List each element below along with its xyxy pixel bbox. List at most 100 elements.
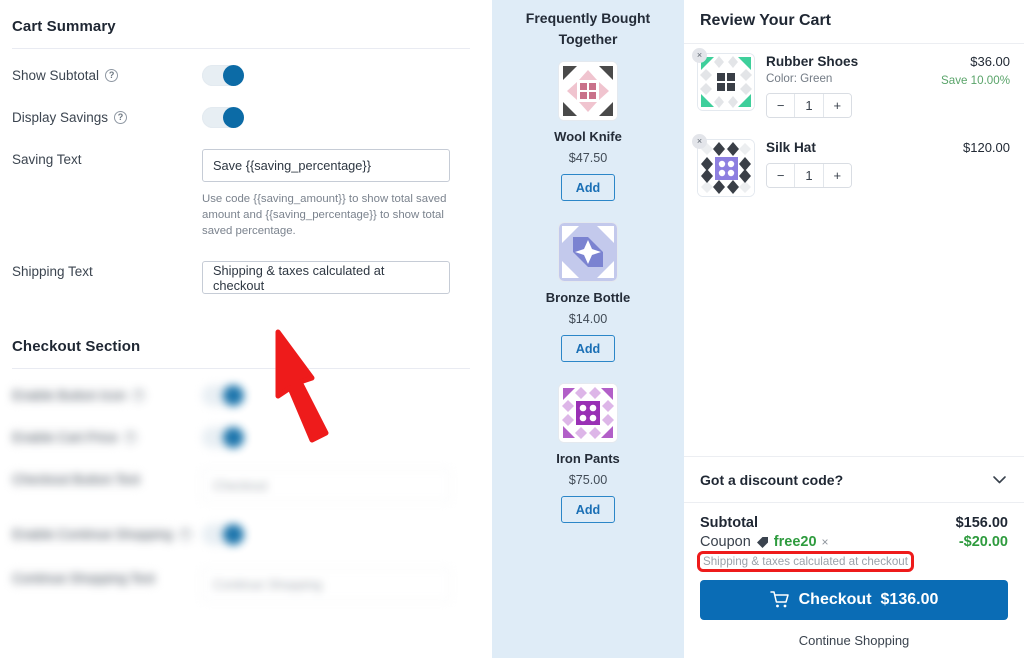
- fbt-product-name: Iron Pants: [556, 451, 620, 466]
- saving-text-label-text: Saving Text: [12, 152, 82, 167]
- product-thumbnail-wool-knife[interactable]: [559, 62, 617, 120]
- saving-text-control: Save {{saving_percentage}} Use code {{sa…: [202, 149, 470, 239]
- field-shipping-text: Shipping Text Shipping & taxes calculate…: [12, 239, 470, 294]
- help-icon[interactable]: ?: [105, 69, 119, 82]
- toggle-knob: [223, 107, 244, 128]
- add-to-cart-button[interactable]: Add: [561, 174, 615, 201]
- shipping-text-label-text: Shipping Text: [12, 264, 93, 279]
- fbt-product-card: Wool Knife $47.50 Add: [506, 62, 670, 201]
- continue-shopping-link[interactable]: Continue Shopping: [684, 633, 1024, 658]
- checkout-button-text-control: Checkout: [202, 469, 470, 502]
- discount-code-toggle[interactable]: Got a discount code?: [684, 456, 1024, 503]
- help-icon[interactable]: ?: [132, 389, 146, 402]
- fbt-product-price: $75.00: [568, 473, 608, 487]
- saving-text-hint: Use code {{saving_amount}} to show total…: [202, 193, 447, 237]
- enable-continue-shopping-toggle[interactable]: [202, 524, 244, 545]
- quantity-value[interactable]: 1: [794, 164, 824, 187]
- show-subtotal-control: [202, 65, 470, 91]
- help-icon[interactable]: ?: [114, 111, 128, 124]
- shipping-note-wrapper: Shipping & taxes calculated at checkout: [697, 550, 1008, 572]
- fbt-title: Frequently Bought Together: [525, 10, 651, 47]
- thumbnail-pattern: [698, 140, 754, 196]
- help-icon[interactable]: ?: [178, 528, 192, 541]
- saving-text-label: Saving Text: [12, 149, 202, 167]
- thumbnail-pattern: [698, 54, 754, 110]
- remove-item-icon[interactable]: ×: [692, 48, 707, 63]
- fbt-product-name: Wool Knife: [554, 129, 622, 144]
- decrease-quantity-button[interactable]: −: [767, 164, 795, 187]
- help-icon[interactable]: ?: [123, 431, 137, 444]
- show-subtotal-toggle[interactable]: [202, 65, 244, 86]
- cart-settings-preview-screen: Cart Summary Show Subtotal ? Display Sav…: [0, 0, 1024, 658]
- checkout-button[interactable]: Checkout $136.00: [700, 580, 1008, 620]
- checkout-section-heading: Checkout Section: [12, 338, 141, 355]
- checkout-button-text-input[interactable]: Checkout: [202, 469, 450, 502]
- cart-panel: Review Your Cart × Rubber Shoes Color: G…: [684, 0, 1024, 658]
- cart-item-name: Rubber Shoes: [766, 54, 859, 69]
- product-thumbnail-iron-pants[interactable]: [559, 384, 617, 442]
- coupon-label: Coupon: [700, 534, 751, 550]
- cart-item-thumbnail-rubber-shoes[interactable]: ×: [692, 48, 754, 110]
- fbt-product-name: Bronze Bottle: [545, 290, 631, 305]
- toggle-knob: [223, 524, 244, 545]
- enable-continue-shopping-label: Enable Continue Shopping ?: [12, 524, 202, 542]
- add-to-cart-button[interactable]: Add: [561, 496, 615, 523]
- display-savings-control: [202, 107, 470, 133]
- fbt-product-card: Bronze Bottle $14.00 Add: [506, 223, 670, 362]
- field-enable-button-icon: Enable Button Icon ?: [12, 369, 470, 411]
- field-checkout-button-text: Checkout Button Text Checkout: [12, 453, 470, 502]
- cart-icon: [769, 591, 789, 608]
- coupon-code: free20: [773, 534, 817, 550]
- enable-button-icon-label: Enable Button Icon ?: [12, 385, 202, 403]
- show-subtotal-label-text: Show Subtotal: [12, 68, 100, 83]
- field-display-savings: Display Savings ?: [12, 91, 470, 133]
- increase-quantity-button[interactable]: +: [823, 164, 851, 187]
- checkout-section-rows: Enable Button Icon ? Enable Cart Price ?: [12, 369, 470, 601]
- subtotal-row: Subtotal $156.00: [700, 515, 1008, 531]
- chevron-down-icon[interactable]: [991, 471, 1008, 488]
- checkout-button-text-label: Checkout Button Text: [12, 469, 202, 487]
- quantity-value[interactable]: 1: [794, 94, 824, 117]
- continue-shopping-text-label: Continue Shopping Text: [12, 568, 202, 586]
- continue-shopping-text-input[interactable]: Continue Shopping: [202, 568, 450, 601]
- cart-item-name: Silk Hat: [766, 140, 816, 155]
- settings-panel: Cart Summary Show Subtotal ? Display Sav…: [0, 0, 492, 658]
- cart-item-row: ×: [692, 48, 1010, 118]
- remove-coupon-icon[interactable]: ×: [822, 535, 829, 549]
- cart-item-details: Silk Hat − 1 +: [766, 140, 926, 196]
- cart-item-pricing: $120.00: [938, 140, 1010, 196]
- display-savings-label-text: Display Savings: [12, 110, 109, 125]
- shipping-text-input[interactable]: Shipping & taxes calculated at checkout: [202, 261, 450, 294]
- fbt-product-price: $47.50: [568, 151, 608, 165]
- subtotal-label: Subtotal: [700, 515, 758, 531]
- fbt-product-price: $14.00: [568, 312, 608, 326]
- field-saving-text: Saving Text Save {{saving_percentage}} U…: [12, 133, 470, 239]
- decrease-quantity-button[interactable]: −: [767, 94, 795, 117]
- product-thumbnail-bronze-bottle[interactable]: [559, 223, 617, 281]
- remove-item-icon[interactable]: ×: [692, 134, 707, 149]
- enable-cart-price-label: Enable Cart Price ?: [12, 427, 202, 445]
- add-to-cart-button[interactable]: Add: [561, 335, 615, 362]
- enable-button-icon-toggle[interactable]: [202, 385, 244, 406]
- coupon-tag-icon: [756, 536, 768, 548]
- checkout-button-amount: $136.00: [880, 591, 939, 608]
- field-continue-shopping-text: Continue Shopping Text Continue Shopping: [12, 550, 470, 601]
- continue-shopping-text-label-text: Continue Shopping Text: [12, 571, 156, 586]
- saving-text-input[interactable]: Save {{saving_percentage}}: [202, 149, 450, 182]
- display-savings-label: Display Savings ?: [12, 107, 202, 125]
- cart-item-thumbnail-silk-hat[interactable]: ×: [692, 134, 754, 196]
- coupon-discount-value: -$20.00: [958, 534, 1008, 550]
- enable-button-icon-control: [202, 385, 470, 411]
- cart-item-price: $120.00: [963, 140, 1010, 155]
- coupon-label-group: Coupon free20 ×: [700, 534, 829, 550]
- toggle-knob: [223, 65, 244, 86]
- increase-quantity-button[interactable]: +: [823, 94, 851, 117]
- cart-item-variant: Color: Green: [766, 72, 833, 85]
- fbt-product-card: Iron Pants $75.00 Add: [506, 384, 670, 523]
- coupon-row: Coupon free20 × -$20.00: [700, 534, 1008, 550]
- cart-item-price: $36.00: [970, 54, 1010, 69]
- enable-cart-price-toggle[interactable]: [202, 427, 244, 448]
- frequently-bought-together-panel: Frequently Bought Together Wool Knife $4…: [492, 0, 684, 658]
- display-savings-toggle[interactable]: [202, 107, 244, 128]
- enable-cart-price-control: [202, 427, 470, 453]
